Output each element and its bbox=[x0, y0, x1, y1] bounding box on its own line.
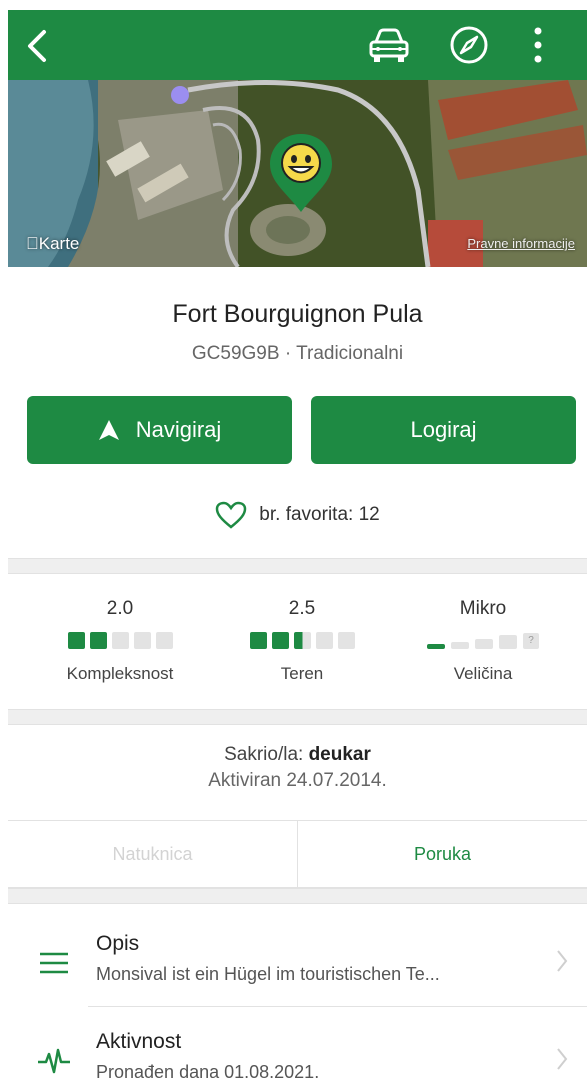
rating-box bbox=[337, 632, 355, 649]
hint-message-tabs: Natuknica Poruka bbox=[8, 820, 587, 888]
terrain-value: 2.5 bbox=[288, 598, 316, 619]
difficulty-bar bbox=[30, 632, 210, 652]
size-step bbox=[499, 635, 517, 649]
rating-box bbox=[89, 632, 107, 649]
terrain-bar bbox=[212, 632, 392, 652]
navigate-button[interactable]: Navigiraj bbox=[27, 396, 292, 464]
size-label: Veličina bbox=[453, 664, 513, 683]
navigation-arrow-icon bbox=[98, 420, 119, 440]
size-bar: ? bbox=[393, 632, 573, 652]
map-view[interactable]: Karte Pravne informacije bbox=[8, 80, 587, 267]
activity-icon bbox=[38, 1048, 70, 1074]
activated-date: Aktiviran 24.07.2014. bbox=[208, 770, 387, 791]
size-value: Mikro bbox=[459, 598, 507, 619]
cache-detail-screen: Karte Pravne informacije Fort Bourguign… bbox=[0, 0, 587, 1083]
rating-box bbox=[155, 632, 173, 649]
description-title: Opis bbox=[96, 932, 140, 955]
smiley-pin-icon[interactable] bbox=[266, 130, 336, 214]
navigate-label: Navigiraj bbox=[135, 417, 222, 442]
section-separator bbox=[8, 558, 587, 574]
difficulty-rating: 2.0 Kompleksnost bbox=[30, 598, 210, 684]
difficulty-value: 2.0 bbox=[106, 598, 134, 619]
rating-box bbox=[111, 632, 129, 649]
size-step bbox=[427, 644, 445, 649]
description-row[interactable]: Opis Monsival ist ein Hügel im touristis… bbox=[8, 924, 587, 996]
activity-detail: Pronađen dana 01.08.2021. bbox=[96, 1062, 320, 1082]
rating-box bbox=[67, 632, 85, 649]
log-label: Logiraj bbox=[410, 417, 477, 442]
rating-box bbox=[315, 632, 333, 649]
map-attribution: Karte bbox=[26, 234, 79, 253]
owner-name[interactable]: deukar bbox=[309, 744, 371, 765]
owner-prefix: Sakrio/la: bbox=[224, 744, 309, 765]
terrain-rating: 2.5 Teren bbox=[212, 598, 392, 684]
legal-info-link[interactable]: Pravne informacije bbox=[467, 236, 575, 251]
rating-box bbox=[271, 632, 289, 649]
cache-title: Fort Bourguignon Pula bbox=[172, 300, 423, 328]
log-button[interactable]: Logiraj bbox=[311, 396, 576, 464]
terrain-label: Teren bbox=[280, 664, 324, 683]
rating-box bbox=[249, 632, 267, 649]
activity-title: Aktivnost bbox=[96, 1030, 182, 1053]
tab-hint[interactable]: Natuknica bbox=[8, 821, 298, 887]
chevron-right-icon bbox=[557, 950, 568, 972]
size-rating: Mikro ? Veličina bbox=[393, 598, 573, 684]
section-separator bbox=[8, 709, 587, 725]
car-icon[interactable] bbox=[366, 26, 412, 66]
row-divider bbox=[88, 1006, 587, 1007]
rating-box bbox=[133, 632, 151, 649]
list-icon bbox=[40, 952, 68, 974]
owner-line: Sakrio/la: deukar bbox=[8, 744, 587, 766]
rating-box bbox=[293, 632, 311, 649]
chevron-right-icon bbox=[557, 1048, 568, 1070]
more-vertical-icon[interactable] bbox=[526, 24, 550, 66]
description-preview: Monsival ist ein Hügel im touristischen … bbox=[96, 964, 440, 984]
cache-code-type: GC59G9B · Tradicionalni bbox=[191, 343, 404, 364]
size-step bbox=[451, 642, 469, 649]
difficulty-label: Kompleksnost bbox=[66, 664, 174, 683]
compass-icon[interactable] bbox=[448, 24, 490, 66]
heart-icon bbox=[216, 501, 247, 529]
activity-row[interactable]: Aktivnost Pronađen dana 01.08.2021. bbox=[8, 1022, 587, 1083]
top-app-bar bbox=[8, 10, 587, 80]
size-step bbox=[475, 639, 493, 649]
favorites-text: br. favorita: 12 bbox=[259, 504, 380, 525]
chevron-left-icon[interactable] bbox=[22, 28, 54, 64]
tab-message[interactable]: Poruka bbox=[298, 821, 587, 887]
unknown-size-icon: ? bbox=[523, 633, 539, 649]
favorites-count[interactable]: br. favorita: 12 bbox=[8, 499, 587, 531]
section-separator bbox=[8, 888, 587, 904]
